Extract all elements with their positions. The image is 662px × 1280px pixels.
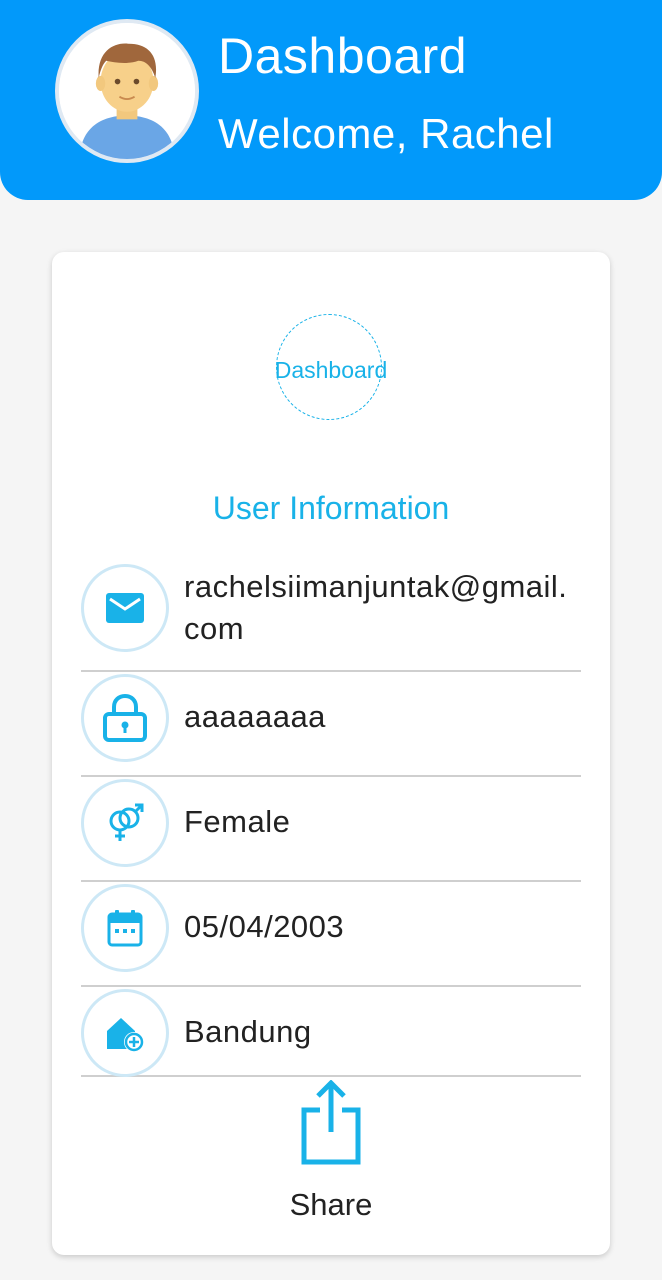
- birthdate-value: 05/04/2003: [184, 909, 345, 944]
- calendar-icon: [107, 910, 143, 947]
- info-row-birthdate: 05/04/2003: [81, 882, 581, 987]
- logo-text: Dashboard: [274, 357, 388, 383]
- email-icon: [106, 593, 144, 623]
- password-value: aaaaaaaa: [184, 699, 326, 734]
- page-title: Dashboard: [218, 28, 468, 84]
- share-label: Share: [289, 1187, 373, 1222]
- info-row-gender: Female: [81, 777, 581, 882]
- icon-badge: [81, 989, 169, 1077]
- icon-badge: [81, 674, 169, 762]
- icon-badge: [81, 884, 169, 972]
- avatar[interactable]: [55, 19, 199, 163]
- share-icon: [301, 1080, 361, 1165]
- info-row-email: rachelsiimanjuntak@gmail.com: [81, 562, 581, 672]
- icon-badge: [81, 564, 169, 652]
- section-title: User Information: [212, 490, 450, 526]
- info-row-password: aaaaaaaa: [81, 672, 581, 777]
- info-row-city: Bandung: [81, 987, 581, 1077]
- user-avatar-icon: [59, 23, 195, 159]
- gender-value: Female: [184, 804, 291, 839]
- city-value: Bandung: [184, 1014, 312, 1049]
- gender-icon: [109, 803, 144, 841]
- icon-badge: [81, 779, 169, 867]
- share-button[interactable]: Share: [256, 1078, 406, 1228]
- lock-icon: [103, 694, 147, 742]
- welcome-text: Welcome, Rachel: [218, 110, 554, 157]
- user-info-card: Dashboard User Information rachelsiimanj…: [52, 252, 610, 1255]
- home-location-icon: [107, 1018, 144, 1052]
- header-bar: Dashboard Welcome, Rachel: [0, 0, 662, 200]
- email-value: rachelsiimanjuntak@gmail.com: [184, 569, 568, 646]
